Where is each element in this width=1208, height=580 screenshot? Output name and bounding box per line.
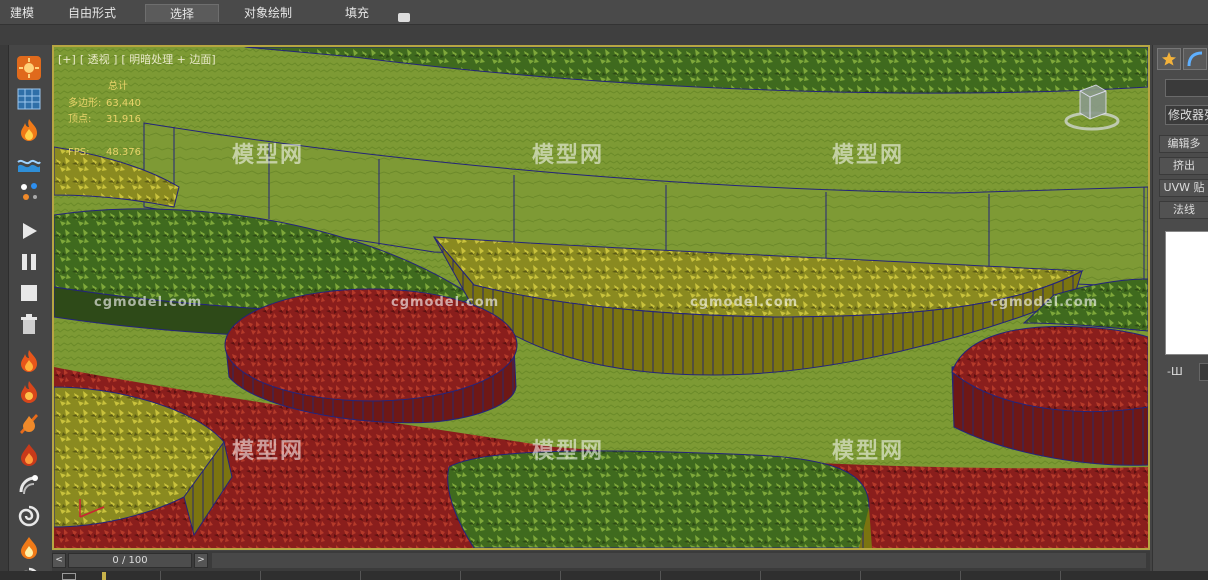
play-icon[interactable] [16, 218, 42, 244]
modifier-stack-list[interactable] [1165, 231, 1208, 355]
left-toolbar-handle[interactable] [0, 45, 9, 580]
stop-icon[interactable] [16, 280, 42, 306]
stats-polygons: 多边形: 63,440 [68, 96, 141, 112]
scene-render [54, 47, 1148, 548]
sun-icon[interactable] [16, 55, 42, 81]
tab-modeling[interactable]: 建模 [2, 4, 42, 22]
water-icon[interactable] [16, 148, 42, 174]
stats-header: 总计 [108, 81, 128, 92]
next-frame-button[interactable]: > [194, 553, 208, 568]
modify-tab[interactable] [1183, 48, 1207, 70]
create-tab[interactable] [1157, 48, 1181, 70]
ribbon-bar: 建模 自由形式 选择 对象绘制 填充 ▼ [0, 0, 1208, 35]
display-icon [398, 13, 410, 22]
command-panel: 修改器列表 编辑多 挤出 UVW 贴 法线 -Ш [1152, 45, 1208, 580]
modifier-list-dropdown[interactable]: 修改器列表 [1165, 105, 1208, 125]
tab-object-paint[interactable]: 对象绘制 [236, 4, 300, 22]
current-frame-marker[interactable] [102, 572, 106, 580]
stats-vertices-value: 31,916 [106, 114, 141, 125]
stack-options-button[interactable] [1199, 363, 1208, 381]
viewport-label[interactable]: [+] [ 透视 ][ 明暗处理 + 边面] [58, 51, 220, 67]
time-slider[interactable]: 0 / 100 [68, 553, 192, 568]
prev-frame-button[interactable]: < [52, 553, 66, 568]
flame4-icon[interactable] [16, 441, 42, 467]
vortex-icon[interactable] [16, 503, 42, 529]
mini-curve-editor-icon[interactable] [62, 573, 76, 580]
stats-vertices-label: 顶点: [68, 114, 92, 125]
track-bar[interactable] [0, 571, 1208, 580]
flame-icon[interactable] [16, 348, 42, 374]
stats-fps-label: FPS: [68, 147, 90, 158]
ribbon-panel-strip [0, 25, 1208, 45]
flame2-icon[interactable] [16, 379, 42, 405]
fire-icon[interactable] [16, 117, 42, 143]
stats-fps-value: 48.376 [106, 147, 141, 158]
tab-selection[interactable]: 选择 [145, 4, 219, 22]
viewport-menu-plus[interactable]: [+] [58, 53, 76, 66]
viewport-view-label[interactable]: [ 透视 ] [80, 53, 118, 66]
viewcube-icon [1064, 84, 1120, 131]
stats-polygons-value: 63,440 [106, 98, 141, 109]
grid-icon[interactable] [16, 86, 42, 112]
modifier-stack-item[interactable]: UVW 贴 [1159, 179, 1208, 197]
tab-freeform[interactable]: 自由形式 [60, 4, 124, 22]
star-icon [1162, 52, 1176, 66]
modify-arc-icon [1187, 51, 1203, 67]
time-slider-bar: < 0 / 100 > [52, 551, 1150, 571]
particles-icon[interactable] [16, 179, 42, 205]
spray-icon[interactable] [16, 472, 42, 498]
modifier-stack-item[interactable]: 法线 [1159, 201, 1208, 219]
stats-fps: FPS: 48.376 [68, 145, 141, 161]
perspective-viewport[interactable]: [+] [ 透视 ][ 明暗处理 + 边面] 总计 多边形: 63,440 顶点: 3… [52, 45, 1150, 550]
pin-stack-button[interactable]: -Ш [1167, 365, 1183, 378]
trash-icon[interactable] [16, 311, 42, 337]
flame5-icon[interactable] [16, 534, 42, 560]
pause-icon[interactable] [16, 249, 42, 275]
modifier-stack-item[interactable]: 编辑多 [1159, 135, 1208, 153]
modifier-stack-item[interactable]: 挤出 [1159, 157, 1208, 175]
stats-polygons-label: 多边形: [68, 98, 102, 109]
stats-vertices: 顶点: 31,916 [68, 112, 141, 128]
viewcube[interactable] [1062, 81, 1122, 133]
timeline-track[interactable] [212, 553, 1146, 568]
ribbon-options-dropdown[interactable]: ▼ [398, 7, 418, 35]
object-name-field[interactable] [1165, 79, 1208, 97]
viewport-shading-label[interactable]: [ 明暗处理 + 边面] [121, 53, 215, 66]
tab-populate[interactable]: 填充 [337, 4, 377, 22]
flame3-icon[interactable] [16, 410, 42, 436]
